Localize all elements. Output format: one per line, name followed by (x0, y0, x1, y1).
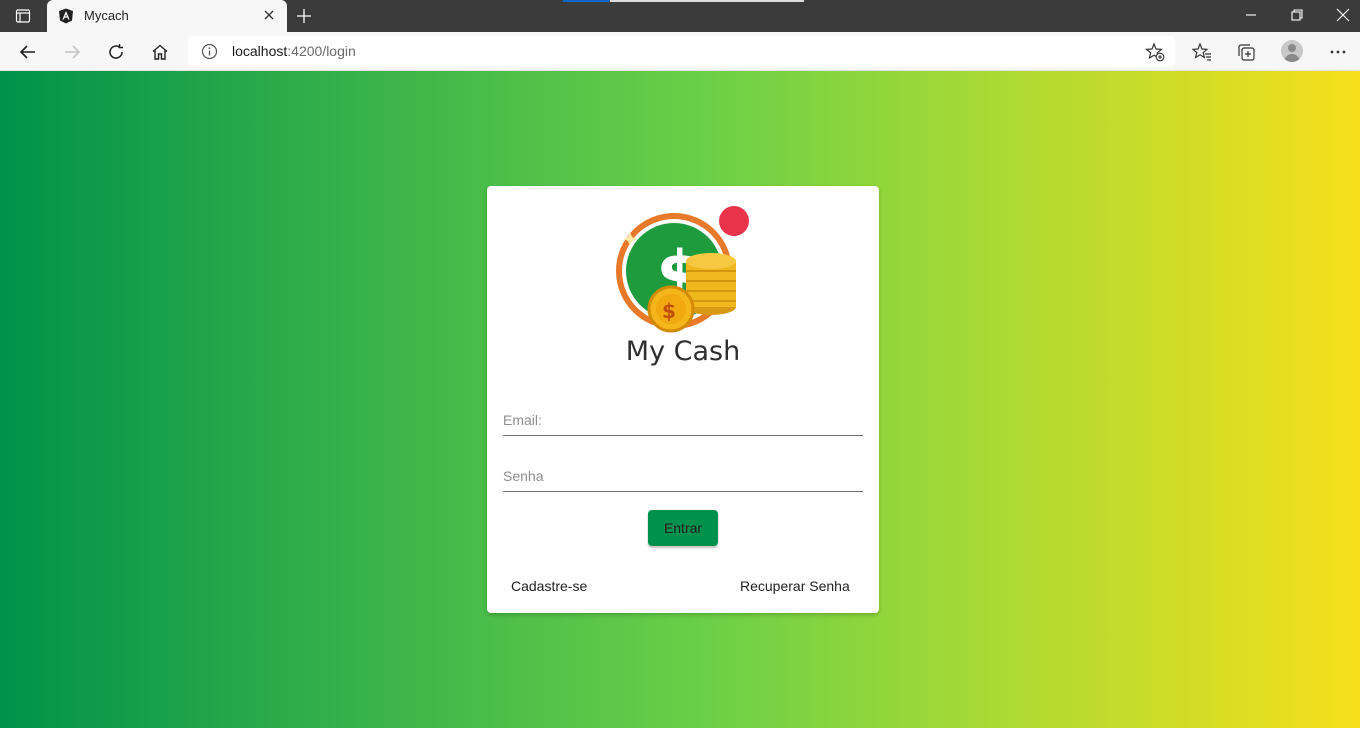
recover-password-link[interactable]: Recuperar Senha (740, 578, 850, 594)
more-options-icon[interactable] (1326, 40, 1350, 64)
loading-progress (563, 0, 804, 2)
register-link[interactable]: Cadastre-se (511, 578, 587, 594)
new-tab-icon[interactable] (295, 7, 313, 25)
refresh-icon[interactable] (104, 40, 128, 64)
back-arrow-icon[interactable] (16, 40, 40, 64)
home-icon[interactable] (148, 40, 172, 64)
login-button[interactable]: Entrar (648, 510, 718, 546)
svg-text:$: $ (662, 299, 676, 323)
address-bar[interactable]: localhost:4200/login (188, 36, 1175, 67)
browser-titlebar: Mycach (0, 0, 1360, 32)
favorites-icon[interactable] (1190, 40, 1214, 64)
email-field[interactable] (503, 404, 863, 436)
tab-title: Mycach (84, 8, 129, 23)
url-text[interactable]: localhost:4200/login (232, 43, 356, 59)
app-name: My Cash (625, 336, 741, 367)
restore-icon[interactable] (1274, 0, 1320, 30)
close-window-icon[interactable] (1320, 0, 1360, 30)
minimize-icon[interactable] (1228, 0, 1274, 30)
close-tab-icon[interactable] (261, 7, 277, 23)
collections-icon[interactable] (1234, 40, 1258, 64)
login-page-background: $ $ My Cash Entrar Cadastre-se Recuperar… (0, 71, 1360, 728)
info-icon[interactable] (201, 43, 218, 60)
add-favorite-icon[interactable] (1144, 42, 1165, 62)
forward-arrow-icon[interactable] (60, 40, 84, 64)
browser-tab[interactable]: Mycach (47, 0, 287, 32)
angular-favicon-icon (58, 8, 74, 24)
tab-actions-icon[interactable] (14, 7, 32, 25)
profile-avatar-icon[interactable] (1281, 40, 1303, 62)
password-field[interactable] (503, 460, 863, 492)
email-input[interactable] (503, 404, 863, 435)
browser-toolbar: localhost:4200/login (0, 32, 1360, 71)
password-input[interactable] (503, 460, 863, 491)
login-card: $ $ My Cash Entrar Cadastre-se Recuperar… (487, 186, 879, 613)
